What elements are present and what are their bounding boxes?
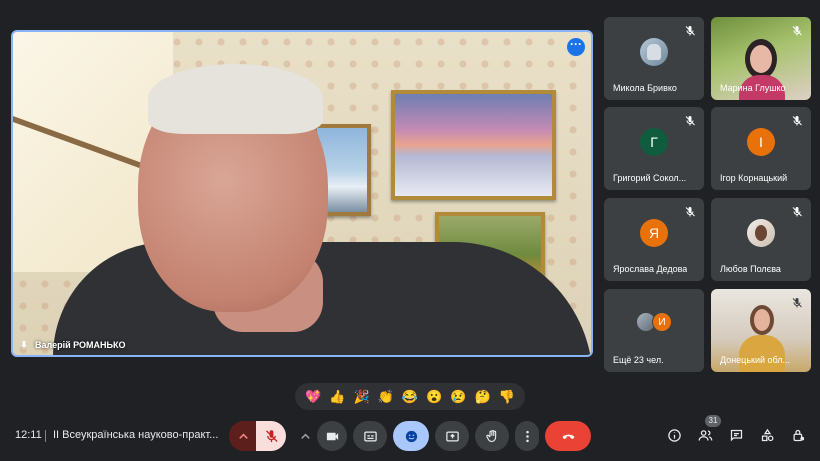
people-icon xyxy=(698,429,712,441)
participant-tile[interactable]: Г Григорий Сокол... xyxy=(604,107,704,190)
reaction-thumbs-down[interactable]: 👎 xyxy=(499,390,515,403)
meeting-title: II Всеукраїнська науково-практ... xyxy=(53,429,219,441)
participant-name: Ігор Корнацький xyxy=(720,173,788,183)
avatar-stack: И xyxy=(636,312,672,332)
avatar: І xyxy=(747,127,775,156)
chat-button[interactable] xyxy=(727,426,745,444)
participant-name: Микола Бривко xyxy=(613,83,677,93)
leave-call-button[interactable] xyxy=(545,421,591,451)
participant-name: Григорий Сокол... xyxy=(613,173,687,183)
participant-tile[interactable]: Микола Бривко xyxy=(604,17,704,100)
reaction-laugh[interactable]: 😂 xyxy=(402,390,418,403)
participant-clothes xyxy=(739,335,785,372)
reactions-button[interactable] xyxy=(393,421,429,451)
speaker-name-tag: Валерій РОМАНЬКО xyxy=(19,340,125,350)
participant-name: Донецький обл... xyxy=(720,355,791,365)
reaction-thumbs-up[interactable]: 👍 xyxy=(329,390,345,403)
host-controls-button[interactable] xyxy=(789,426,807,444)
mic-off-icon xyxy=(685,116,695,126)
mic-off-icon xyxy=(792,298,802,308)
chevron-up-icon xyxy=(238,433,248,439)
more-participants-label: Ещё 23 чел. xyxy=(613,355,664,365)
video-options-button[interactable] xyxy=(291,421,319,451)
chat-icon xyxy=(730,429,742,441)
more-participants-tile[interactable]: И Ещё 23 чел. xyxy=(604,289,704,372)
divider xyxy=(45,430,46,442)
participant-name: Марина Глушко xyxy=(720,83,786,93)
lock-person-icon xyxy=(793,429,804,441)
smiley-icon xyxy=(405,430,417,442)
reaction-surprised[interactable]: 😮 xyxy=(426,390,442,403)
avatar: И xyxy=(652,312,672,332)
participant-tile[interactable]: Я Ярослава Дедова xyxy=(604,198,704,281)
info-icon xyxy=(667,428,681,442)
speaker-body xyxy=(53,242,591,355)
speaker-name: Валерій РОМАНЬКО xyxy=(35,340,126,350)
mic-off-icon xyxy=(792,26,802,36)
participant-tile[interactable]: І Ігор Корнацький xyxy=(711,107,811,190)
microphone-toggle-button[interactable] xyxy=(256,421,286,451)
mic-off-icon xyxy=(792,207,802,217)
present-screen-icon xyxy=(445,431,459,441)
hand-icon xyxy=(485,429,496,442)
chevron-up-icon xyxy=(300,433,310,439)
video-camera-icon xyxy=(326,432,338,440)
main-speaker-tile[interactable]: ··· Валерій РОМАНЬКО xyxy=(11,30,593,357)
painting-sunset xyxy=(391,90,556,200)
participants-count-badge: 31 xyxy=(705,415,721,427)
activities-button[interactable] xyxy=(758,426,776,444)
avatar: Г xyxy=(640,127,668,156)
captions-icon xyxy=(363,431,377,441)
reactions-bar: 💖 👍 🎉 👏 😂 😮 😢 🤔 👎 xyxy=(295,383,525,410)
more-options-button[interactable] xyxy=(515,421,539,451)
tile-options-icon[interactable]: ··· xyxy=(567,38,585,56)
more-vertical-icon xyxy=(525,430,529,442)
participant-name: Ярослава Дедова xyxy=(613,264,688,274)
avatar xyxy=(747,218,775,247)
participant-tile[interactable]: Любов Полєва xyxy=(711,198,811,281)
present-screen-button[interactable] xyxy=(435,421,469,451)
reaction-party[interactable]: 🎉 xyxy=(353,390,369,403)
reaction-thinking[interactable]: 🤔 xyxy=(475,390,491,403)
participant-face xyxy=(750,45,772,73)
mic-off-icon xyxy=(265,429,278,442)
pin-icon xyxy=(21,341,27,350)
mic-off-icon xyxy=(685,26,695,36)
audio-options-button[interactable] xyxy=(229,421,257,451)
raise-hand-button[interactable] xyxy=(475,421,509,451)
speaker-hair xyxy=(148,64,323,134)
participant-name: Любов Полєва xyxy=(720,264,781,274)
reaction-heart[interactable]: 💖 xyxy=(305,390,321,403)
avatar: Я xyxy=(640,218,668,247)
shapes-icon xyxy=(761,428,773,441)
bottom-toolbar: 12:11 II Всеукраїнська науково-практ... xyxy=(0,418,820,454)
camera-toggle-button[interactable] xyxy=(317,421,347,451)
reaction-clap[interactable]: 👏 xyxy=(378,390,394,403)
avatar xyxy=(640,37,668,66)
participant-tile[interactable]: Донецький обл... xyxy=(711,289,811,372)
captions-button[interactable] xyxy=(353,421,387,451)
hang-up-icon xyxy=(562,434,574,439)
reaction-sad[interactable]: 😢 xyxy=(450,390,466,403)
mic-off-icon xyxy=(685,207,695,217)
mic-off-icon xyxy=(792,116,802,126)
meeting-details-button[interactable] xyxy=(665,426,683,444)
clock: 12:11 xyxy=(15,429,42,441)
participant-face xyxy=(754,309,770,331)
participant-tile[interactable]: Марина Глушко xyxy=(711,17,811,100)
people-button[interactable] xyxy=(696,426,714,444)
